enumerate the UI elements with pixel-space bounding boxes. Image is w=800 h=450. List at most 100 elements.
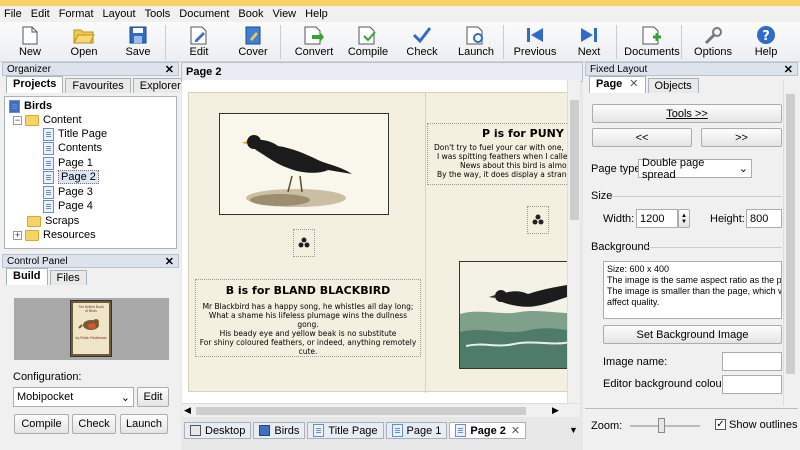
doc-tab-birds[interactable]: Birds (253, 422, 306, 439)
next-button[interactable]: Next (562, 22, 616, 62)
cover-label: Cover (238, 46, 268, 58)
petrel-image-frame[interactable] (459, 261, 580, 369)
tree-item-resources[interactable]: + Resources (13, 228, 96, 242)
scrollbar-thumb[interactable] (786, 94, 795, 374)
doc-tab-title-page[interactable]: Title Page (307, 422, 384, 439)
menu-help[interactable]: Help (305, 8, 328, 20)
toolbar-separator (681, 25, 682, 59)
page-type-select[interactable]: Double page spread ⌄ (638, 157, 752, 181)
config-edit-button[interactable]: Edit (137, 387, 169, 407)
new-icon (19, 25, 41, 45)
expand-icon[interactable]: + (13, 230, 22, 240)
new-button[interactable]: New (3, 22, 57, 62)
scrollbar-thumb[interactable] (196, 407, 526, 415)
double-page-spread: B is for BLAND BLACKBIRD Mr Blackbird ha… (188, 92, 580, 393)
doc-tab-desktop[interactable]: Desktop (184, 422, 252, 439)
width-input[interactable]: 1200 (636, 209, 678, 228)
doc-tab-page-1[interactable]: Page 1 (385, 422, 448, 439)
menu-format[interactable]: Format (59, 8, 94, 20)
tree-item-page-2[interactable]: Page 2 (43, 170, 99, 184)
zoom-slider[interactable] (630, 418, 700, 433)
close-icon[interactable]: ✕ (784, 63, 793, 76)
tools-button[interactable]: Tools >> (592, 104, 782, 123)
tree-item-page-1[interactable]: Page 1 (43, 156, 93, 170)
menu-tools[interactable]: Tools (145, 8, 171, 20)
previous-page-button[interactable]: << (592, 128, 692, 147)
blackbird-image-frame[interactable] (219, 113, 389, 215)
documents-button[interactable]: Documents (623, 22, 681, 62)
convert-icon (303, 25, 325, 45)
menu-layout[interactable]: Layout (103, 8, 136, 20)
collapse-icon[interactable]: − (13, 115, 22, 125)
editor-vertical-scrollbar[interactable] (567, 80, 580, 403)
save-button[interactable]: Save (111, 22, 165, 62)
tree-item-contents[interactable]: Contents (43, 141, 102, 155)
tree-item-birds[interactable]: Birds (9, 99, 52, 113)
width-stepper[interactable]: ▲ ▼ (678, 209, 690, 228)
ornament-right (527, 206, 549, 234)
editor-bg-colour-input[interactable] (722, 375, 782, 394)
control-panel-tabs: Build Files (2, 268, 179, 285)
toolbar-separator (165, 25, 166, 59)
size-divider (612, 196, 782, 197)
zoom-slider-thumb[interactable] (658, 418, 665, 433)
edit-button[interactable]: Edit (172, 22, 226, 62)
left-text-frame[interactable]: B is for BLAND BLACKBIRD Mr Blackbird ha… (195, 279, 421, 357)
check-button[interactable]: Check (395, 22, 449, 62)
height-input[interactable]: 800 (746, 209, 782, 228)
check-button-panel[interactable]: Check (72, 414, 116, 434)
tab-list-chevron-icon[interactable]: ▼ (569, 425, 578, 435)
tab-build[interactable]: Build (6, 268, 48, 285)
tree-item-page-3[interactable]: Page 3 (43, 185, 93, 199)
convert-button[interactable]: Convert (287, 22, 341, 62)
launch-button[interactable]: Launch (449, 22, 503, 62)
configuration-select[interactable]: Mobipocket ⌄ (13, 387, 134, 407)
tab-objects[interactable]: Objects (647, 78, 699, 93)
close-icon[interactable]: ✕ (165, 63, 174, 76)
fixed-layout-scrollbar[interactable] (783, 80, 796, 406)
close-icon[interactable]: ✕ (629, 78, 638, 90)
menu-book[interactable]: Book (238, 8, 263, 20)
left-page-title: B is for BLAND BLACKBIRD (225, 284, 391, 297)
page-icon (43, 127, 54, 141)
help-button[interactable]: ? Help (740, 22, 792, 62)
options-button[interactable]: Options (686, 22, 740, 62)
doc-tab-page-2[interactable]: Page 2 ✕ (449, 422, 527, 439)
menu-document[interactable]: Document (179, 8, 229, 20)
set-background-image-button[interactable]: Set Background Image (603, 325, 782, 344)
page-type-label: Page type: (591, 163, 644, 175)
bg-info-line: The image is the same aspect ratio as th… (607, 275, 782, 285)
stepper-down-icon[interactable]: ▼ (681, 219, 687, 225)
menu-view[interactable]: View (272, 8, 296, 20)
tab-projects[interactable]: Projects (6, 76, 64, 93)
tab-page[interactable]: Page ✕ (589, 76, 646, 93)
menu-file[interactable]: File (4, 8, 22, 20)
organizer-tabs: Projects Favourites Explorer (2, 76, 188, 93)
previous-button[interactable]: Previous (508, 22, 562, 62)
next-page-button[interactable]: >> (701, 128, 782, 147)
compile-button-panel[interactable]: Compile (14, 414, 69, 434)
cover-button[interactable]: Cover (226, 22, 280, 62)
tab-explorer[interactable]: Explorer (132, 78, 188, 93)
page-canvas[interactable]: B is for BLAND BLACKBIRD Mr Blackbird ha… (182, 80, 580, 403)
tree-item-content[interactable]: − Content (13, 113, 82, 127)
open-button[interactable]: Open (57, 22, 111, 62)
tab-favourites[interactable]: Favourites (65, 78, 131, 93)
left-body-line: For shiny coloured feathers, or indeed, … (199, 338, 417, 347)
close-icon[interactable]: ✕ (511, 424, 520, 437)
compile-button[interactable]: Compile (341, 22, 395, 62)
tree-item-page-4[interactable]: Page 4 (43, 199, 93, 213)
scroll-left-icon[interactable]: ◀ (184, 405, 191, 416)
launch-button-panel[interactable]: Launch (120, 414, 168, 434)
image-name-input[interactable] (722, 352, 782, 371)
show-outlines-checkbox[interactable]: ✓ (715, 419, 726, 430)
right-text-frame[interactable]: P is for PUNY PETREL Don't try to fuel y… (427, 123, 580, 185)
tab-files[interactable]: Files (49, 270, 87, 285)
close-icon[interactable]: ✕ (165, 255, 174, 268)
tree-item-scraps[interactable]: Scraps (27, 214, 79, 228)
menu-edit[interactable]: Edit (31, 8, 50, 20)
scrollbar-thumb[interactable] (570, 100, 579, 220)
scroll-right-icon[interactable]: ▶ (552, 405, 559, 416)
tree-item-title-page[interactable]: Title Page (43, 127, 107, 141)
editor-horizontal-scrollbar[interactable]: ◀ ▶ (182, 403, 580, 417)
